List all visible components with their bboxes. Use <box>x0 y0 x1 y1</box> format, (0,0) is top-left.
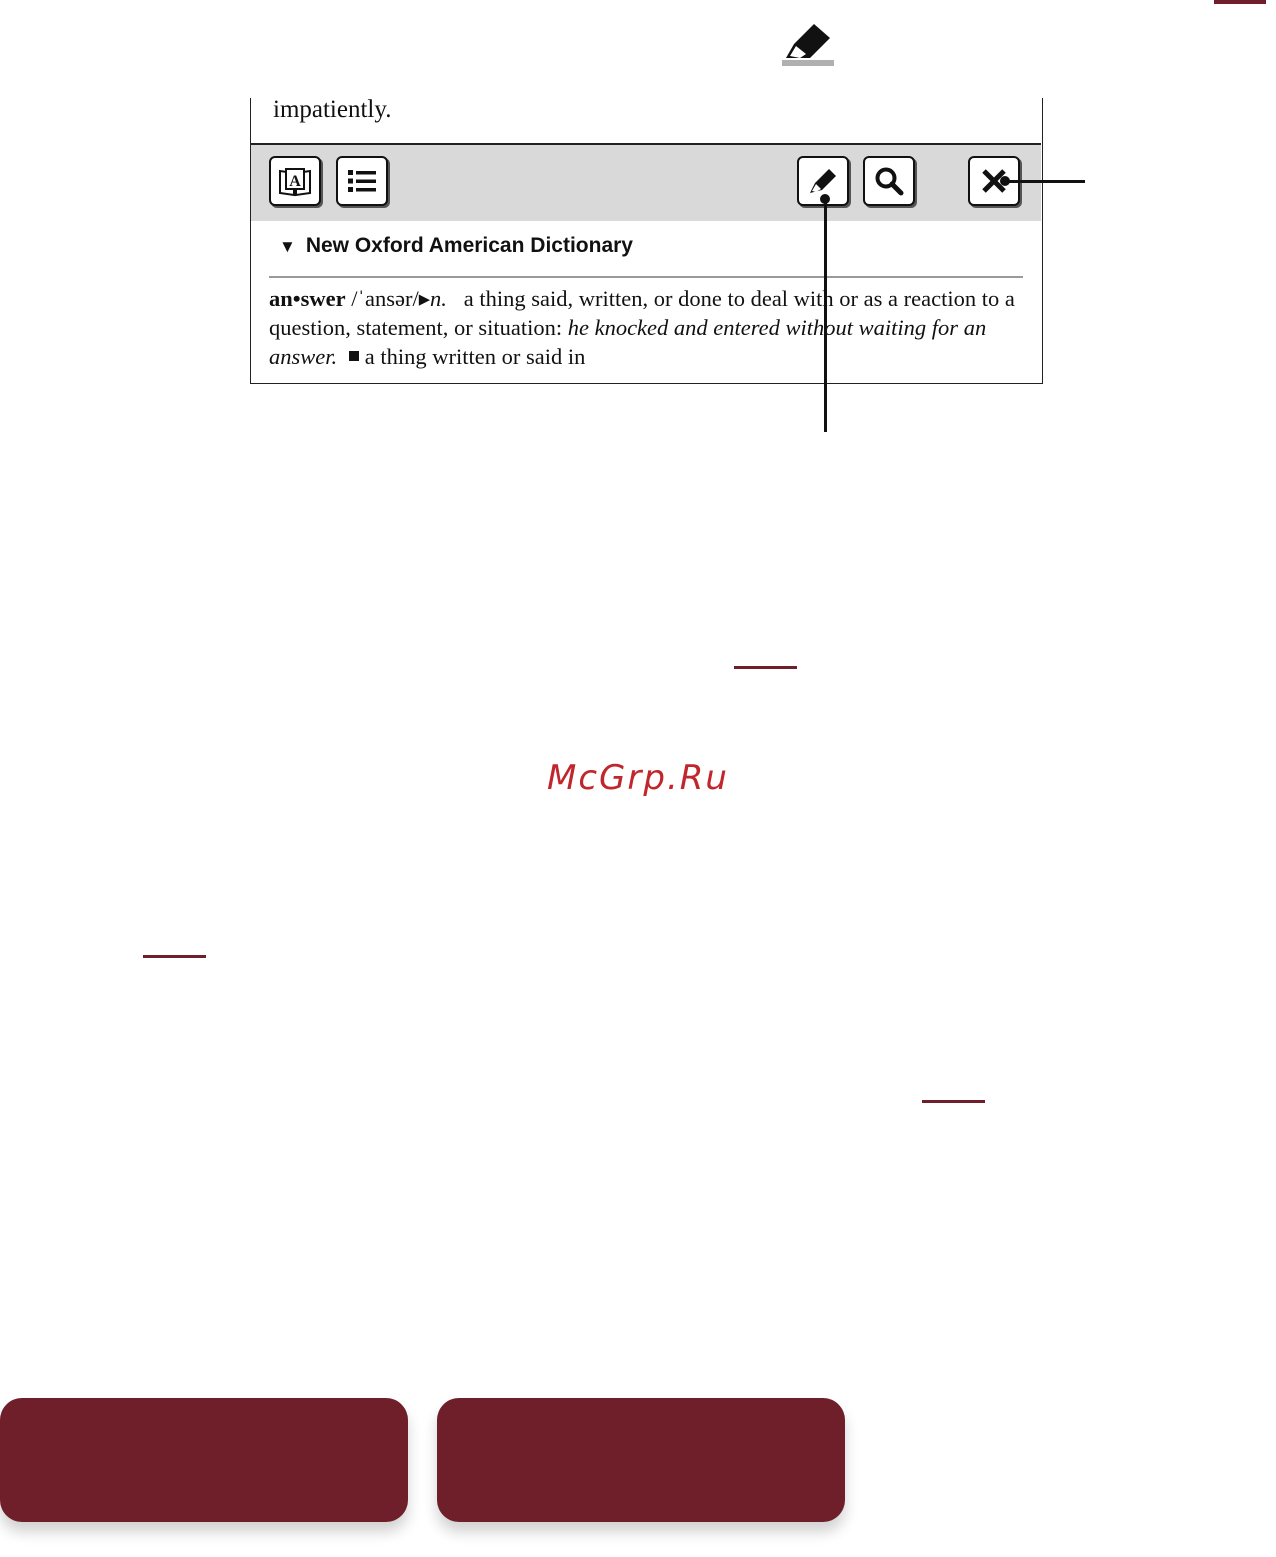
part-of-speech: n. <box>430 286 447 311</box>
dictionary-button[interactable]: A <box>269 156 321 206</box>
underline-mark <box>143 955 206 958</box>
reader-screen: impatiently. A ▼ New Oxford American Dic… <box>250 96 1043 384</box>
callout-line-highlight <box>824 198 827 432</box>
definition-text: an•swer /ˈansər/▸n. a thing said, writte… <box>269 284 1029 371</box>
underline-mark <box>734 666 797 669</box>
pronunciation: /ˈansər/ <box>351 286 419 311</box>
highlight-icon <box>780 22 836 68</box>
bottom-tab-left[interactable] <box>0 1398 408 1522</box>
callout-dot-close <box>1000 176 1010 186</box>
dictionary-header[interactable]: ▼ New Oxford American Dictionary <box>279 234 633 258</box>
bottom-tab-right[interactable] <box>437 1398 845 1522</box>
list-button[interactable] <box>336 156 388 206</box>
sense-2: a thing written or said in <box>364 344 586 369</box>
sense-bullet-icon <box>348 351 359 361</box>
divider <box>269 276 1023 278</box>
corner-accent-bar <box>1214 0 1266 4</box>
list-icon <box>348 170 376 192</box>
search-button[interactable] <box>863 156 915 206</box>
headword: an•swer <box>269 286 346 311</box>
callout-line-close <box>1005 180 1085 183</box>
audio-play-icon[interactable]: ▸ <box>419 286 430 311</box>
search-icon <box>875 167 904 196</box>
dictionary-icon: A <box>279 168 311 197</box>
dictionary-name: New Oxford American Dictionary <box>305 234 633 257</box>
underline-mark <box>922 1100 985 1103</box>
collapse-triangle-icon: ▼ <box>279 237 296 256</box>
dictionary-toolbar: A <box>251 143 1041 221</box>
callout-dot-highlight <box>820 194 830 204</box>
watermark: McGrp.Ru <box>547 758 729 798</box>
svg-text:A: A <box>289 173 301 190</box>
book-text: impatiently. <box>273 96 392 123</box>
